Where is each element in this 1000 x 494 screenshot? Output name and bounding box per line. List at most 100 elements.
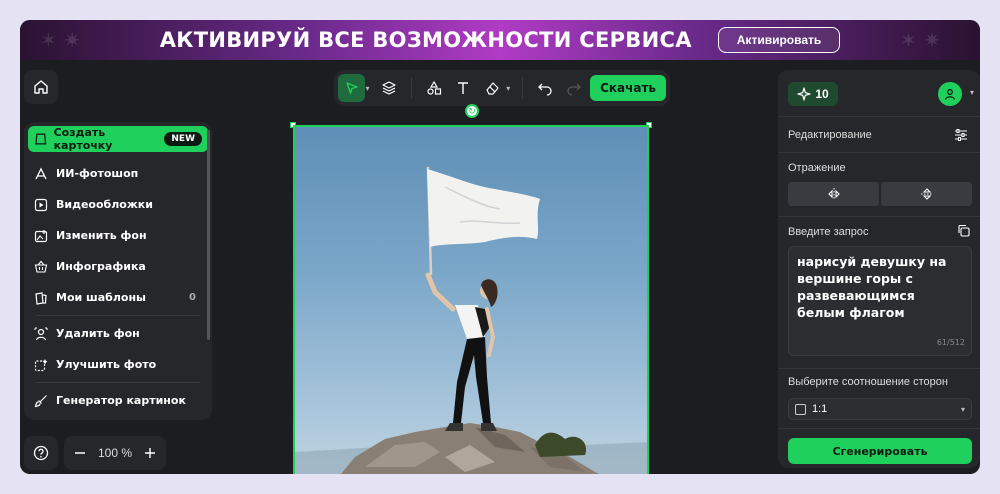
redo-button[interactable] (561, 74, 588, 102)
sidebar-item-label: Изменить фон (56, 229, 147, 242)
sidebar-item-ai-photoshop[interactable]: ИИ-фотошоп (28, 158, 208, 189)
aspect-ratio-value: 1:1 (812, 403, 828, 415)
shapes-button[interactable] (420, 74, 447, 102)
app-window: ✶ ✷ ✶ ✷ АКТИВИРУЙ ВСЕ ВОЗМОЖНОСТИ СЕРВИС… (20, 20, 980, 474)
ai-photoshop-icon (35, 167, 47, 179)
activate-button[interactable]: Активировать (717, 27, 841, 53)
promo-banner: ✶ ✷ ✶ ✷ АКТИВИРУЙ ВСЕ ВОЗМОЖНОСТИ СЕРВИС… (20, 20, 980, 60)
panel-divider (778, 428, 980, 429)
sidebar-item-video-covers[interactable]: Видеообложки (28, 189, 208, 220)
flip-vertical-button[interactable] (881, 182, 972, 206)
toolbar-divider (522, 77, 524, 99)
flip-horizontal-button[interactable] (788, 182, 879, 206)
eraser-icon (486, 82, 500, 95)
zoom-control: 100 % (64, 436, 166, 470)
sidebar-item-label: Удалить фон (56, 327, 140, 340)
help-button[interactable] (24, 436, 58, 470)
tools-sidebar: Создать карточку NEW ИИ-фотошоп Видеообл… (24, 122, 212, 420)
ratio-label: Выберите соотношение сторон (788, 376, 948, 388)
background-icon (34, 229, 48, 242)
text-button[interactable] (449, 74, 476, 102)
rotate-handle[interactable]: ↻ (465, 104, 479, 118)
flip-horizontal-icon (827, 188, 840, 200)
user-icon (944, 89, 956, 100)
zoom-value: 100 (97, 446, 118, 460)
home-icon (34, 80, 48, 94)
layers-button[interactable] (375, 74, 402, 102)
banner-pattern: ✶ ✷ (900, 28, 941, 52)
copy-icon[interactable] (957, 224, 970, 237)
toolbar: ▾ ▾ Скачать (334, 70, 670, 106)
zoom-in-button[interactable] (144, 447, 156, 459)
panel-divider (778, 116, 980, 117)
create-card-button[interactable]: Создать карточку NEW (28, 126, 208, 152)
sidebar-item-enhance-photo[interactable]: Улучшить фото (28, 349, 208, 380)
aspect-ratio-select[interactable]: 1:1 ▾ (788, 398, 972, 420)
banner-pattern: ✶ ✷ (40, 28, 81, 52)
sidebar-item-remove-background[interactable]: Удалить фон (28, 318, 208, 349)
canvas-image[interactable] (293, 125, 649, 474)
square-icon (795, 403, 806, 415)
avatar[interactable] (938, 82, 962, 106)
layers-icon (382, 81, 396, 95)
undo-icon (537, 83, 552, 96)
enhance-icon (34, 358, 48, 371)
eraser-button[interactable] (479, 74, 506, 102)
video-icon (34, 198, 48, 211)
shapes-icon (426, 80, 441, 95)
chevron-down-icon[interactable]: ▾ (970, 88, 974, 97)
generate-button[interactable]: Сгенерировать (788, 438, 972, 464)
rotate-icon: ↻ (468, 105, 476, 116)
toolbar-divider (410, 77, 412, 99)
panel-divider (778, 152, 980, 153)
zoom-unit: % (121, 446, 133, 460)
sidebar-item-label: Мои шаблоны (56, 291, 146, 304)
sidebar-divider (36, 382, 200, 383)
templates-icon (35, 291, 47, 305)
editing-label: Редактирование (788, 129, 872, 141)
photo-illustration (295, 166, 647, 474)
remove-bg-icon (34, 327, 48, 340)
prompt-textarea[interactable]: нарисуй девушку на вершине горы с развев… (788, 246, 972, 356)
help-icon (33, 445, 49, 461)
sparkle-icon (797, 87, 811, 101)
sidebar-item-label: Генератор картинок (56, 394, 186, 407)
sidebar-item-label: ИИ-фотошоп (56, 167, 139, 180)
sidebar-item-my-templates[interactable]: Мои шаблоны 0 (28, 282, 208, 313)
undo-button[interactable] (531, 74, 558, 102)
sidebar-item-infographics[interactable]: Инфографика (28, 251, 208, 282)
reflection-label: Отражение (788, 162, 846, 174)
sidebar-item-label: Улучшить фото (56, 358, 157, 371)
sidebar-divider (36, 315, 200, 316)
chevron-down-icon[interactable]: ▾ (506, 84, 510, 93)
select-tool-button[interactable] (338, 74, 366, 102)
home-button[interactable] (24, 70, 58, 104)
chevron-down-icon[interactable]: ▾ (365, 84, 369, 93)
prompt-label: Введите запрос (788, 226, 869, 238)
zoom-out-button[interactable] (74, 447, 86, 459)
panel-divider (778, 368, 980, 369)
plus-icon (144, 448, 155, 458)
sidebar-item-label: Инфографика (56, 260, 146, 273)
sidebar-scrollbar[interactable] (207, 130, 210, 340)
credits-count: 10 (815, 87, 829, 101)
sliders-icon[interactable] (954, 128, 968, 142)
text-icon (458, 82, 469, 94)
sidebar-item-label: Видеообложки (56, 198, 153, 211)
prompt-counter: 61/512 (936, 338, 965, 347)
templates-count: 0 (189, 292, 196, 303)
minus-icon (75, 452, 85, 454)
chevron-down-icon: ▾ (960, 404, 965, 414)
create-card-label: Создать карточку (53, 126, 113, 152)
redo-icon (567, 83, 582, 96)
banner-title: АКТИВИРУЙ ВСЕ ВОЗМОЖНОСТИ СЕРВИСА (159, 28, 692, 52)
credits-badge[interactable]: 10 (788, 82, 838, 106)
prompt-text: нарисуй девушку на вершине горы с развев… (797, 254, 947, 320)
download-button[interactable]: Скачать (590, 75, 666, 101)
panel-divider (778, 216, 980, 217)
mirror-controls (788, 182, 972, 206)
sidebar-item-change-background[interactable]: Изменить фон (28, 220, 208, 251)
zoom-level: 100 % (98, 446, 132, 460)
flip-vertical-icon (920, 188, 933, 200)
sidebar-item-image-generator[interactable]: Генератор картинок (28, 385, 208, 416)
